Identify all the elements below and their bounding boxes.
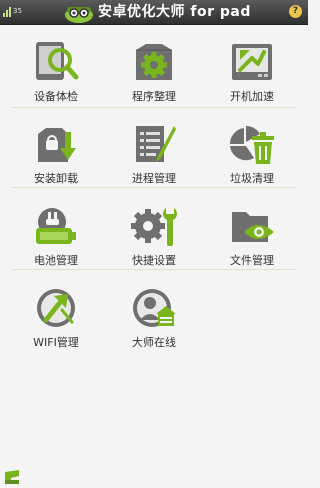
master-online-icon	[133, 289, 176, 327]
tile-label: 程序整理	[132, 90, 176, 103]
tile-label: 设备体检	[34, 90, 78, 103]
trash-clean-icon	[229, 125, 274, 164]
app-logo-icon	[62, 1, 96, 23]
row-divider	[12, 107, 296, 108]
row-divider	[12, 269, 296, 270]
tile-boot-accelerate[interactable]: 开机加速	[202, 34, 302, 114]
gear-box-icon	[136, 44, 172, 80]
tile-battery[interactable]: 电池管理	[6, 198, 106, 278]
process-manage-icon	[136, 126, 176, 162]
quick-settings-icon	[131, 208, 177, 246]
tile-label: 安装卸载	[34, 172, 78, 185]
tile-label: 快捷设置	[132, 254, 176, 267]
tile-label: 开机加速	[230, 90, 274, 103]
device-check-icon	[36, 42, 79, 80]
tile-wifi-manage[interactable]: WIFI管理	[6, 280, 106, 360]
corner-logo-icon	[3, 468, 21, 484]
tile-label: 电池管理	[34, 254, 78, 267]
help-button[interactable]: ?	[289, 5, 302, 18]
install-uninstall-icon	[38, 128, 76, 162]
tile-label: WIFI管理	[33, 336, 79, 349]
battery-icon	[36, 208, 76, 244]
signal-indicator: 35	[3, 5, 25, 19]
tile-trash-clean[interactable]: 垃圾清理	[202, 116, 302, 196]
tile-label: 大师在线	[132, 336, 176, 349]
tile-label: 垃圾清理	[230, 172, 274, 185]
signal-text: 35	[13, 7, 22, 15]
file-manage-icon	[232, 212, 274, 242]
tile-install-uninstall[interactable]: 安装卸载	[6, 116, 106, 196]
boot-accelerate-icon	[232, 44, 272, 80]
tile-label: 进程管理	[132, 172, 176, 185]
tile-process-manage[interactable]: 进程管理	[104, 116, 204, 196]
wifi-manage-icon	[37, 289, 75, 327]
tile-file-manage[interactable]: 文件管理	[202, 198, 302, 278]
tile-label: 文件管理	[230, 254, 274, 267]
tile-gear-box[interactable]: 程序整理	[104, 34, 204, 114]
title-bar: 35 安卓优化大师 for pad ?	[0, 0, 308, 25]
tile-master-online[interactable]: 大师在线	[104, 280, 204, 360]
row-divider	[12, 187, 296, 188]
tile-quick-settings[interactable]: 快捷设置	[104, 198, 204, 278]
tile-device-check[interactable]: 设备体检	[6, 34, 106, 114]
app-title: 安卓优化大师 for pad	[98, 4, 251, 20]
signal-icon	[3, 7, 11, 17]
